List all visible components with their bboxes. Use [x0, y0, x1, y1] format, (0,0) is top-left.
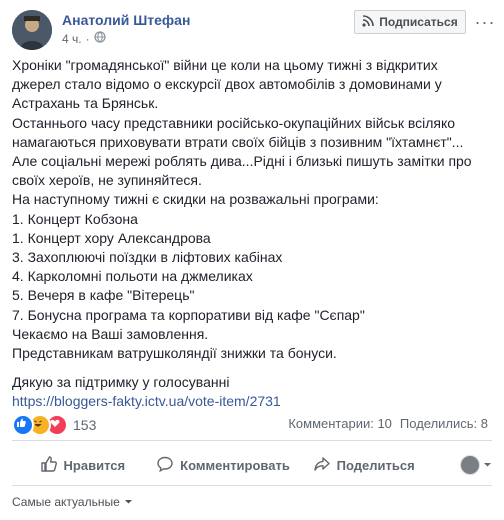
post-line: Хроніки "громадянської" війни це коли на…: [12, 57, 438, 73]
post-line: Але соціальні мережі роблять дива...Рідн…: [12, 153, 472, 170]
comment-icon: [156, 455, 174, 476]
post-line: Останнього часу представники російсько-о…: [12, 114, 456, 131]
comment-sort-dropdown[interactable]: Самые актуальные: [12, 495, 133, 509]
reaction-count: 153: [73, 417, 97, 433]
separator-dot: ·: [85, 31, 90, 46]
like-reaction-icon: [12, 414, 34, 436]
post-line: 1. Концерт хору Александрова: [12, 229, 211, 246]
like-button[interactable]: Нравится: [12, 455, 153, 476]
divider: [12, 485, 492, 486]
share-icon: [313, 455, 331, 476]
caret-down-icon: [124, 495, 133, 509]
post-line: намагаються приховувати втрати своїх бій…: [12, 133, 464, 150]
post-line: 1. Концерт Кобзона: [12, 210, 138, 227]
subscribe-label: Подписаться: [379, 15, 458, 29]
thumbs-up-icon: [40, 455, 58, 476]
post-card: Анатолий Штефан 4 ч. · Подписаться ··· Х…: [0, 0, 504, 520]
post-line: своїх хероїв, не зупиняйтеся.: [12, 172, 202, 189]
post-line: Представникам ватрушколяндії знижки та б…: [12, 345, 337, 362]
vote-link[interactable]: https://bloggers-fakty.ictv.ua/vote-item…: [12, 393, 281, 409]
share-button[interactable]: Поделиться: [293, 455, 434, 476]
comments-count[interactable]: Комментарии: 10: [288, 416, 392, 431]
thanks-line: Дякую за підтримку у голосуванні: [12, 374, 230, 391]
reactions-summary[interactable]: 153: [12, 414, 96, 436]
sort-label: Самые актуальные: [12, 495, 120, 509]
shares-count[interactable]: Поделились: 8: [400, 416, 488, 431]
subscribe-button[interactable]: Подписаться: [354, 10, 466, 34]
post-line: 3. Захоплюючі поїздки в ліфтових кабінах: [12, 249, 283, 266]
post-line: джерел стало відомо о екскурсії двох авт…: [12, 76, 442, 93]
post-line: 4. Карколомні польоти на джмеликах: [12, 268, 253, 285]
post-line: На наступному тижні є скидки на розважал…: [12, 191, 379, 208]
post-as-selector[interactable]: [434, 455, 492, 475]
author-name[interactable]: Анатолий Штефан: [62, 12, 190, 28]
post-line: Чекаємо на Ваші замовлення.: [12, 325, 209, 342]
comment-label: Комментировать: [180, 457, 290, 473]
like-label: Нравится: [63, 457, 126, 473]
post-meta: 4 ч. ·: [62, 31, 106, 46]
post-time[interactable]: 4 ч.: [62, 32, 82, 46]
post-line: 5. Вечеря в кафе "Вітерець": [12, 287, 195, 304]
more-options-icon[interactable]: ···: [474, 10, 496, 34]
post-line: Астрахань та Брянськ.: [12, 95, 159, 112]
action-bar: Нравится Комментировать Поделиться: [12, 447, 492, 483]
divider: [12, 440, 492, 441]
author-avatar[interactable]: [12, 10, 52, 50]
comment-button[interactable]: Комментировать: [153, 455, 294, 476]
post-body: Хроніки "громадянської" війни це коли на…: [12, 56, 496, 412]
rss-icon: [362, 14, 375, 30]
post-stats: Комментарии: 10 Поделились: 8: [288, 416, 488, 431]
user-avatar: [460, 455, 481, 475]
chevron-down-icon: [483, 456, 492, 474]
share-label: Поделиться: [336, 457, 415, 473]
post-line: 7. Бонусна програма та корпоративи від к…: [12, 306, 365, 323]
globe-icon: [93, 31, 106, 46]
